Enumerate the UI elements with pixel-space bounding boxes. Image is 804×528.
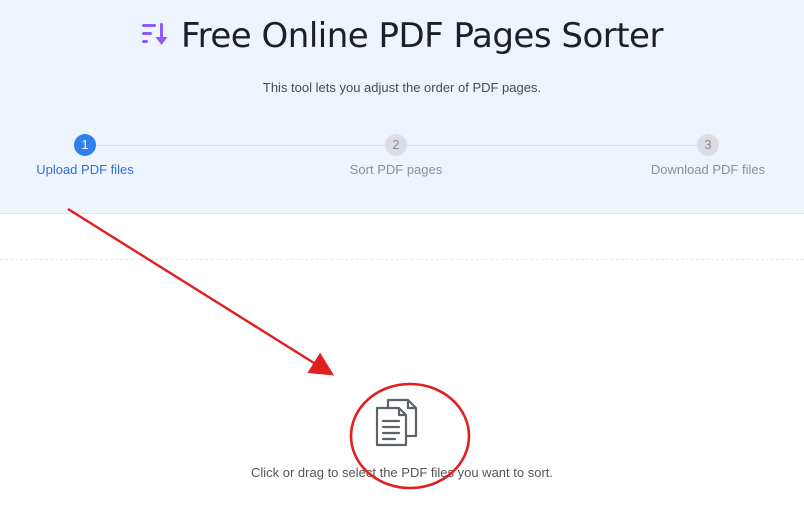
page-title: Free Online PDF Pages Sorter [181,16,663,56]
step-2-label: Sort PDF pages [349,162,443,177]
step-3-label: Download PDF files [650,162,766,177]
documents-icon[interactable] [374,398,420,448]
sort-icon [142,23,168,45]
step-1-indicator: 1 [74,134,96,156]
hero-section: Free Online PDF Pages Sorter This tool l… [0,0,804,214]
step-3-indicator: 3 [697,134,719,156]
title-row: Free Online PDF Pages Sorter [0,12,804,60]
step-2-indicator: 2 [385,134,407,156]
file-dropzone[interactable] [0,260,804,528]
step-1-label: Upload PDF files [36,162,134,177]
dropzone-instruction: Click or drag to select the PDF files yo… [250,465,553,480]
page-subtitle: This tool lets you adjust the order of P… [262,80,542,95]
